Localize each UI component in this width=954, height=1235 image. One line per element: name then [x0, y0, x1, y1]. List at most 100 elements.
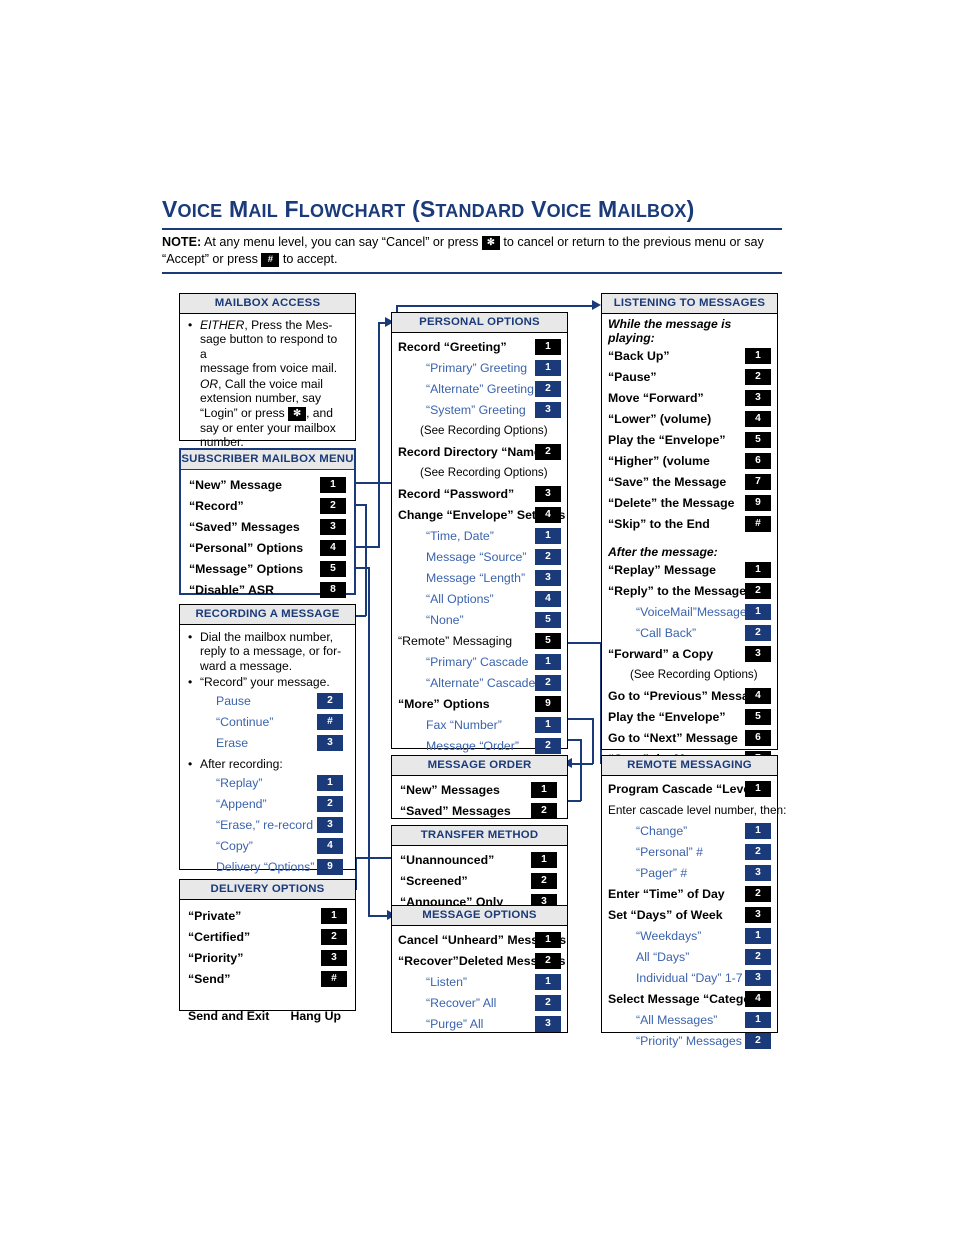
keypad-badge[interactable]: 1	[535, 717, 561, 733]
menu-row[interactable]: “Disable” ASR 8	[189, 581, 346, 602]
keypad-badge[interactable]: 2	[320, 498, 346, 514]
keypad-badge[interactable]: 4	[745, 688, 771, 704]
menu-row[interactable]: “Listen” 1	[398, 973, 561, 994]
menu-row[interactable]: “Purge” All 3	[398, 1015, 561, 1036]
keypad-badge[interactable]: 1	[745, 604, 771, 620]
keypad-badge[interactable]: 5	[535, 612, 561, 628]
keypad-badge[interactable]: 9	[317, 859, 343, 876]
keypad-badge[interactable]: 1	[531, 782, 557, 798]
keypad-badge[interactable]: 2	[321, 929, 347, 945]
keypad-badge[interactable]: 2	[535, 675, 561, 691]
menu-row[interactable]: “Reply” to the Message 2	[608, 582, 771, 603]
keypad-badge[interactable]: 1	[745, 823, 771, 839]
menu-row[interactable]: “Unannounced” 1	[400, 851, 559, 872]
keypad-badge[interactable]: 3	[745, 646, 771, 662]
keypad-badge[interactable]: 3	[320, 519, 346, 535]
keypad-badge[interactable]: 5	[320, 561, 346, 577]
menu-row[interactable]: Record “Greeting” 1	[398, 338, 561, 359]
menu-row[interactable]: “Certified” 2	[188, 928, 347, 949]
menu-row[interactable]: “Replay” Message 1	[608, 561, 771, 582]
menu-row[interactable]: “Remote” Messaging 5	[398, 632, 561, 653]
menu-row[interactable]: Message “Length” 3	[398, 569, 561, 590]
menu-row[interactable]: “Recover”Deleted Messages 2	[398, 952, 565, 973]
menu-row[interactable]: “System” Greeting 3	[398, 401, 561, 422]
keypad-badge[interactable]: 1	[745, 348, 771, 364]
keypad-badge[interactable]: 9	[745, 495, 771, 511]
keypad-badge[interactable]: 2	[745, 369, 771, 385]
keypad-badge[interactable]: 2	[535, 381, 561, 397]
keypad-badge[interactable]: #	[317, 714, 343, 731]
menu-row[interactable]: “None” 5	[398, 611, 561, 632]
menu-row[interactable]: “Recover” All 2	[398, 994, 561, 1015]
menu-row[interactable]: Change “Envelope” Settings 4	[398, 506, 565, 527]
keypad-badge[interactable]: 3	[317, 735, 343, 752]
menu-row[interactable]: Record Directory “Name” 2	[398, 443, 561, 464]
menu-row[interactable]: “Message” Options 5	[189, 560, 346, 581]
menu-row[interactable]: “Continue” #	[188, 713, 347, 734]
keypad-badge[interactable]: 3	[535, 402, 561, 418]
menu-row[interactable]: “Forward” a Copy 3	[608, 645, 771, 666]
keypad-badge[interactable]: 1	[535, 974, 561, 990]
keypad-badge[interactable]: 2	[745, 583, 771, 599]
menu-row[interactable]: “New” Message 1	[189, 476, 346, 497]
keypad-badge[interactable]: 3	[745, 970, 771, 986]
menu-row[interactable]: Message “Source” 2	[398, 548, 561, 569]
menu-row[interactable]: “Private” 1	[188, 907, 347, 928]
keypad-badge[interactable]: 1	[320, 477, 346, 493]
menu-row[interactable]: Program Cascade “Level” 1	[608, 780, 771, 801]
menu-row[interactable]: “Save” the Message 7	[608, 473, 771, 494]
menu-row[interactable]: Pause 2	[188, 692, 347, 713]
menu-row[interactable]: “Erase,” re-record 3	[188, 816, 347, 837]
keypad-badge[interactable]: #	[321, 971, 347, 987]
menu-row[interactable]: “Copy” 4	[188, 837, 347, 858]
keypad-badge[interactable]: 4	[535, 591, 561, 607]
menu-row[interactable]: Play the “Envelope” 5	[608, 431, 771, 452]
keypad-badge[interactable]: 2	[317, 693, 343, 710]
keypad-badge[interactable]: 3	[535, 486, 561, 502]
menu-row[interactable]: Go to “Next” Message 6	[608, 729, 771, 750]
menu-row[interactable]: (See Recording Options)	[608, 666, 771, 687]
keypad-badge[interactable]: 4	[317, 838, 343, 855]
menu-row[interactable]: “Pause” 2	[608, 368, 771, 389]
keypad-badge[interactable]: 4	[745, 991, 771, 1007]
menu-row[interactable]: Go to “Previous” Message 4	[608, 687, 771, 708]
keypad-badge[interactable]: 3	[535, 570, 561, 586]
keypad-badge[interactable]: 2	[535, 738, 561, 754]
keypad-badge[interactable]: 2	[317, 796, 343, 813]
keypad-badge[interactable]: 9	[535, 696, 561, 712]
keypad-badge[interactable]: 2	[531, 803, 557, 819]
menu-row[interactable]: “Screened” 2	[400, 872, 559, 893]
menu-row[interactable]: “Append” 2	[188, 795, 347, 816]
keypad-badge[interactable]: 5	[745, 709, 771, 725]
keypad-badge[interactable]: 2	[535, 549, 561, 565]
keypad-badge[interactable]: 7	[745, 474, 771, 490]
keypad-badge[interactable]: 4	[745, 411, 771, 427]
menu-row[interactable]: “Call Back” 2	[608, 624, 771, 645]
menu-row[interactable]: “Priority” Messages 2	[608, 1032, 771, 1053]
keypad-badge[interactable]: 8	[320, 582, 346, 598]
keypad-badge[interactable]: 4	[535, 507, 561, 523]
menu-row[interactable]: “Saved” Messages 2	[400, 802, 559, 823]
keypad-badge[interactable]: 1	[745, 562, 771, 578]
menu-row[interactable]: “Back Up” 1	[608, 347, 771, 368]
keypad-badge[interactable]: 4	[320, 540, 346, 556]
keypad-badge[interactable]: 1	[535, 360, 561, 376]
keypad-badge[interactable]: 6	[745, 730, 771, 746]
menu-row[interactable]: “Time, Date” 1	[398, 527, 561, 548]
menu-row[interactable]: (See Recording Options)	[398, 422, 561, 443]
menu-row[interactable]: “Record” 2	[189, 497, 346, 518]
menu-row[interactable]: “Weekdays” 1	[608, 927, 771, 948]
menu-row[interactable]: “VoiceMail”Message 1	[608, 603, 771, 624]
keypad-badge[interactable]: 1	[535, 932, 561, 948]
keypad-badge[interactable]: 1	[535, 339, 561, 355]
keypad-badge[interactable]: 1	[745, 1012, 771, 1028]
keypad-badge[interactable]: 3	[317, 817, 343, 834]
keypad-badge[interactable]: 2	[745, 886, 771, 902]
keypad-badge[interactable]: 1	[535, 528, 561, 544]
keypad-badge[interactable]: 2	[745, 625, 771, 641]
keypad-badge[interactable]: 2	[535, 995, 561, 1011]
menu-row[interactable]: “Pager” # 3	[608, 864, 771, 885]
menu-row[interactable]: Fax “Number” 1	[398, 716, 561, 737]
menu-row[interactable]: “Saved” Messages 3	[189, 518, 346, 539]
menu-row[interactable]: “Skip” to the End #	[608, 515, 771, 536]
